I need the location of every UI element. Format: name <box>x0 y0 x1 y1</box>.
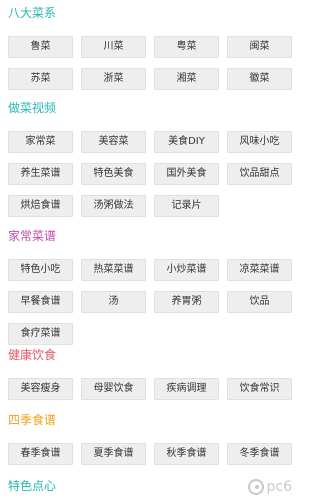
tag-zhejiang-cuisine[interactable]: 浙菜 <box>81 68 146 90</box>
section-eight-cuisines: 八大菜系 鲁菜 川菜 粤菜 闽菜 苏菜 浙菜 湘菜 徽菜 <box>0 6 300 90</box>
tag-autumn-recipes[interactable]: 秋季食谱 <box>154 443 219 465</box>
tag-health-recipes[interactable]: 养生菜谱 <box>8 163 73 185</box>
tags-grid-home-recipes: 特色小吃 热菜菜谱 小炒菜谱 凉菜菜谱 早餐食谱 汤 养胃粥 饮品 食疗菜谱 <box>0 259 300 345</box>
tag-breakfast[interactable]: 早餐食谱 <box>8 291 73 313</box>
section-title-cooking-video: 做菜视频 <box>8 101 57 115</box>
tags-grid-cooking-video: 家常菜 美容菜 美食DIY 风味小吃 养生菜谱 特色美食 国外美食 饮品甜点 烘… <box>0 131 300 217</box>
section-title-home-recipes: 家常菜谱 <box>8 229 57 243</box>
tag-summer-recipes[interactable]: 夏季食谱 <box>81 443 146 465</box>
tag-special-snacks[interactable]: 特色小吃 <box>8 259 73 281</box>
tag-specialty-food[interactable]: 特色美食 <box>81 163 146 185</box>
tag-beauty-dishes[interactable]: 美容菜 <box>81 131 146 153</box>
watermark-text: pc6 <box>266 479 293 495</box>
tag-anhui-cuisine[interactable]: 徽菜 <box>227 68 292 90</box>
tags-grid-healthy-diet: 美容瘦身 母婴饮食 疾病调理 饮食常识 <box>0 378 300 400</box>
tag-spring-recipes[interactable]: 春季食谱 <box>8 443 73 465</box>
tag-fujian-cuisine[interactable]: 闽菜 <box>227 36 292 58</box>
recipe-categories-page: 八大菜系 鲁菜 川菜 粤菜 闽菜 苏菜 浙菜 湘菜 徽菜 做菜视频 家常菜 美容… <box>0 0 300 500</box>
tag-winter-recipes[interactable]: 冬季食谱 <box>227 443 292 465</box>
section-seasonal-recipes: 四季食谱 春季食谱 夏季食谱 秋季食谱 冬季食谱 <box>0 413 300 465</box>
section-healthy-diet: 健康饮食 美容瘦身 母婴饮食 疾病调理 饮食常识 <box>0 348 300 400</box>
section-title-seasonal-recipes: 四季食谱 <box>8 413 57 427</box>
tag-stir-fry[interactable]: 小炒菜谱 <box>154 259 219 281</box>
tag-jiangsu-cuisine[interactable]: 苏菜 <box>8 68 73 90</box>
tag-mother-baby[interactable]: 母婴饮食 <box>81 378 146 400</box>
tag-drinks-desserts[interactable]: 饮品甜点 <box>227 163 292 185</box>
tag-beauty-slimming[interactable]: 美容瘦身 <box>8 378 73 400</box>
tags-grid-eight-cuisines: 鲁菜 川菜 粤菜 闽菜 苏菜 浙菜 湘菜 徽菜 <box>0 36 300 90</box>
tag-foreign-food[interactable]: 国外美食 <box>154 163 219 185</box>
tags-grid-seasonal-recipes: 春季食谱 夏季食谱 秋季食谱 冬季食谱 <box>0 443 300 465</box>
tag-home-dishes[interactable]: 家常菜 <box>8 131 73 153</box>
tag-food-diy[interactable]: 美食DIY <box>154 131 219 153</box>
section-cooking-video: 做菜视频 家常菜 美容菜 美食DIY 风味小吃 养生菜谱 特色美食 国外美食 饮… <box>0 101 300 217</box>
pc6-logo-icon <box>247 479 264 495</box>
section-home-recipes: 家常菜谱 特色小吃 热菜菜谱 小炒菜谱 凉菜菜谱 早餐食谱 汤 养胃粥 饮品 食… <box>0 229 300 345</box>
tag-sichuan-cuisine[interactable]: 川菜 <box>81 36 146 58</box>
tag-diet-therapy[interactable]: 食疗菜谱 <box>8 323 73 345</box>
tag-hunan-cuisine[interactable]: 湘菜 <box>154 68 219 90</box>
section-title-eight-cuisines: 八大菜系 <box>8 6 57 20</box>
tag-flavor-snacks[interactable]: 风味小吃 <box>227 131 292 153</box>
tag-hot-dishes[interactable]: 热菜菜谱 <box>81 259 146 281</box>
tag-soup-porridge[interactable]: 汤粥做法 <box>81 195 146 217</box>
tag-cantonese-cuisine[interactable]: 粤菜 <box>154 36 219 58</box>
watermark: pc6 <box>244 478 292 496</box>
section-title-healthy-diet: 健康饮食 <box>8 348 57 362</box>
tag-stomach-porridge[interactable]: 养胃粥 <box>154 291 219 313</box>
tag-baking-recipes[interactable]: 烘焙食谱 <box>8 195 73 217</box>
tag-soup[interactable]: 汤 <box>81 291 146 313</box>
tag-lu-cuisine[interactable]: 鲁菜 <box>8 36 73 58</box>
tag-drinks[interactable]: 饮品 <box>227 291 292 313</box>
tag-diet-knowledge[interactable]: 饮食常识 <box>227 378 292 400</box>
tag-cold-dishes[interactable]: 凉菜菜谱 <box>227 259 292 281</box>
tag-documentary[interactable]: 记录片 <box>154 195 219 217</box>
tag-disease-care[interactable]: 疾病调理 <box>154 378 219 400</box>
